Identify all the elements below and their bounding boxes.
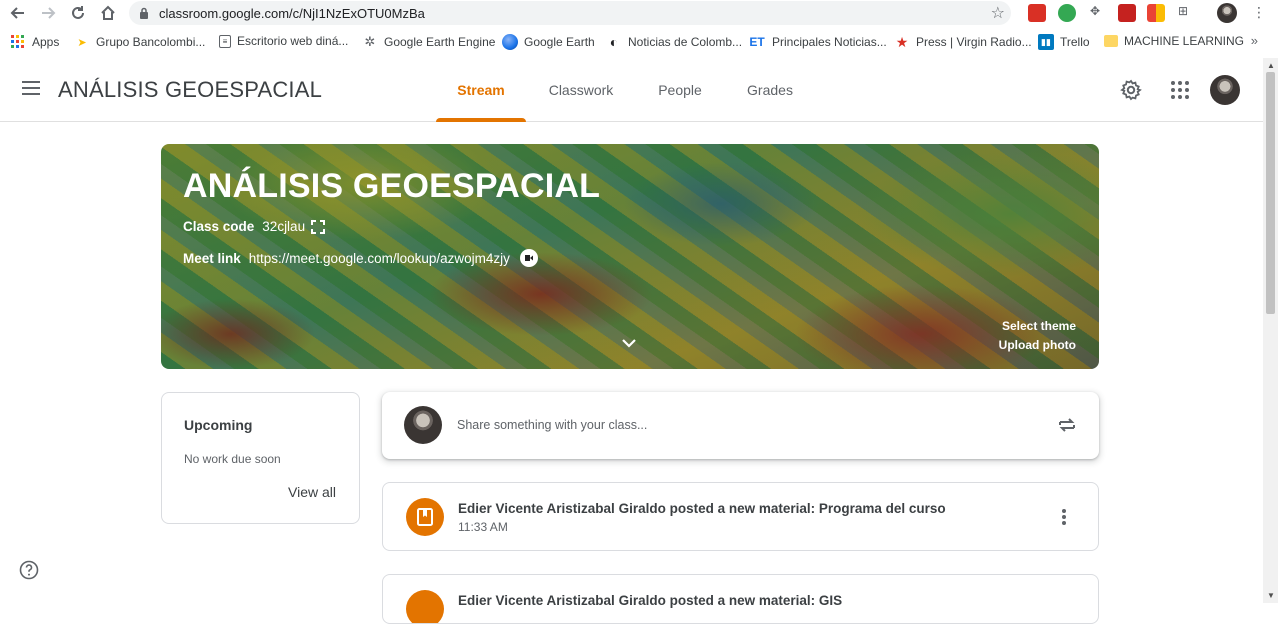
class-code-label: Class code xyxy=(183,219,255,234)
bookmark-label: Escritorio web diná... xyxy=(237,34,349,48)
tab-label: Stream xyxy=(457,82,505,98)
upcoming-empty-text: No work due soon xyxy=(184,452,281,466)
tab-label: People xyxy=(658,82,702,98)
bookmark-trello[interactable]: ▮▮ Trello xyxy=(1038,34,1090,50)
stream-post[interactable]: Edier Vicente Aristizabal Giraldo posted… xyxy=(382,482,1099,551)
tab-label: Classwork xyxy=(548,82,614,98)
page-scrollbar[interactable]: ▲ ▼ xyxy=(1263,58,1278,603)
account-avatar[interactable] xyxy=(1210,75,1240,105)
bookmark-apps[interactable]: Apps xyxy=(10,34,59,50)
address-bar[interactable]: classroom.google.com/c/NjI1NzExOTU0MzBa … xyxy=(129,1,1011,25)
select-theme-link[interactable]: Select theme xyxy=(1002,319,1076,333)
meet-video-icon[interactable] xyxy=(519,249,538,267)
upcoming-title: Upcoming xyxy=(184,417,253,433)
tab-stream[interactable]: Stream xyxy=(436,58,526,122)
fullscreen-icon[interactable] xyxy=(311,219,326,234)
class-code-value: 32cjlau xyxy=(262,219,306,234)
google-apps-icon[interactable] xyxy=(1168,78,1192,102)
tab-classwork[interactable]: Classwork xyxy=(536,58,626,122)
scroll-thumb[interactable] xyxy=(1266,72,1275,314)
upload-photo-link[interactable]: Upload photo xyxy=(999,338,1076,352)
security-extension-icon[interactable] xyxy=(1058,4,1076,22)
bookmark-label: Grupo Bancolombi... xyxy=(96,35,206,49)
grid-extension-icon[interactable]: ⊞ xyxy=(1178,4,1196,22)
reuse-post-icon[interactable] xyxy=(1057,414,1077,436)
post-options-icon[interactable] xyxy=(1062,509,1066,525)
bookmark-label: Noticias de Colomb... xyxy=(628,35,743,49)
bancolombia-icon: ➤ xyxy=(77,36,87,49)
help-icon[interactable] xyxy=(19,560,39,580)
more-bookmarks-icon[interactable]: » xyxy=(1251,33,1258,48)
user-avatar xyxy=(404,406,442,444)
meet-link-url[interactable]: https://meet.google.com/lookup/azwojm4zj… xyxy=(249,251,510,266)
bookmark-label: Press | Virgin Radio... xyxy=(916,35,1032,49)
bookmark-label: Principales Noticias... xyxy=(772,35,887,49)
url-text: classroom.google.com/c/NjI1NzExOTU0MzBa xyxy=(159,6,425,21)
classroom-header: ANÁLISIS GEOESPACIAL Stream Classwork Pe… xyxy=(0,58,1263,122)
bookmarks-bar: Apps ➤ Grupo Bancolombi... ≡ Escritorio … xyxy=(0,30,1278,55)
meet-link-label: Meet link xyxy=(183,250,241,266)
home-icon[interactable] xyxy=(98,3,118,23)
profile-avatar-icon[interactable] xyxy=(1217,3,1237,23)
bookmark-noticias[interactable]: ◐ Noticias de Colomb... xyxy=(606,34,742,50)
share-input[interactable]: Share something with your class... xyxy=(457,418,647,432)
apps-grid-icon xyxy=(10,34,26,50)
bookmark-label: Google Earth xyxy=(524,35,595,49)
bookmark-label: Apps xyxy=(32,35,60,49)
bookmark-label: Trello xyxy=(1060,35,1090,49)
reload-icon[interactable] xyxy=(68,3,88,23)
chevron-down-icon[interactable] xyxy=(621,338,637,348)
material-icon xyxy=(406,590,444,623)
banner-title[interactable]: ANÁLISIS GEOESPACIAL xyxy=(183,167,600,206)
class-code-row: Class code 32cjlau xyxy=(183,219,326,234)
material-icon xyxy=(406,498,444,536)
dropbox-extension-icon[interactable]: ✥ xyxy=(1086,4,1104,22)
trello-icon: ▮▮ xyxy=(1038,34,1054,50)
scroll-up-icon[interactable]: ▲ xyxy=(1267,61,1275,70)
pdf-extension-icon[interactable] xyxy=(1028,4,1046,22)
post-time: 11:33 AM xyxy=(458,520,508,534)
bookmark-earth-engine[interactable]: ✲ Google Earth Engine xyxy=(362,34,496,50)
mendeley-extension-icon[interactable] xyxy=(1118,4,1136,22)
lock-icon xyxy=(140,7,148,19)
browser-menu-icon[interactable]: ⋮ xyxy=(1250,4,1268,22)
star-icon: ★ xyxy=(895,33,909,50)
forward-icon[interactable] xyxy=(38,3,58,23)
bookmark-virgin-radio[interactable]: ★ Press | Virgin Radio... xyxy=(894,34,1032,50)
back-icon[interactable] xyxy=(8,3,28,23)
class-title[interactable]: ANÁLISIS GEOESPACIAL xyxy=(58,77,322,103)
bookmark-machine-learning[interactable]: MACHINE LEARNING xyxy=(1104,34,1244,48)
bookmark-label: Google Earth Engine xyxy=(384,35,496,49)
meet-link-row: Meet link https://meet.google.com/lookup… xyxy=(183,249,538,267)
bookmark-bancolombia[interactable]: ➤ Grupo Bancolombi... xyxy=(74,34,205,50)
bookmark-star-icon[interactable]: ☆ xyxy=(991,3,1005,23)
post-title: Edier Vicente Aristizabal Giraldo posted… xyxy=(458,593,843,608)
browser-toolbar: classroom.google.com/c/NjI1NzExOTU0MzBa … xyxy=(0,0,1278,26)
tab-grades[interactable]: Grades xyxy=(725,58,815,122)
stream-post[interactable]: Edier Vicente Aristizabal Giraldo posted… xyxy=(382,574,1099,624)
scroll-down-icon[interactable]: ▼ xyxy=(1267,591,1275,600)
share-with-class-box[interactable]: Share something with your class... xyxy=(382,392,1099,459)
class-banner: ANÁLISIS GEOESPACIAL Class code 32cjlau … xyxy=(161,144,1099,369)
bookmark-label: MACHINE LEARNING xyxy=(1124,34,1245,48)
bookmark-et[interactable]: ET Principales Noticias... xyxy=(748,34,887,50)
main-menu-icon[interactable] xyxy=(22,81,40,95)
bookmark-google-earth[interactable]: Google Earth xyxy=(502,34,595,50)
document-icon: ≡ xyxy=(219,34,231,48)
google-earth-icon xyxy=(502,34,518,50)
view-all-link[interactable]: View all xyxy=(288,484,336,500)
upcoming-card: Upcoming No work due soon View all xyxy=(161,392,360,524)
bookmark-escritorio[interactable]: ≡ Escritorio web diná... xyxy=(219,34,348,48)
post-title: Edier Vicente Aristizabal Giraldo posted… xyxy=(458,501,946,516)
earth-engine-icon: ✲ xyxy=(364,34,376,49)
color-extension-icon[interactable] xyxy=(1147,4,1165,22)
tab-people[interactable]: People xyxy=(635,58,725,122)
folder-icon xyxy=(1104,35,1118,47)
et-icon: ET xyxy=(749,35,765,49)
tab-label: Grades xyxy=(747,82,793,98)
class-settings-gear-icon[interactable] xyxy=(1119,78,1143,102)
news-icon: ◐ xyxy=(609,34,619,50)
